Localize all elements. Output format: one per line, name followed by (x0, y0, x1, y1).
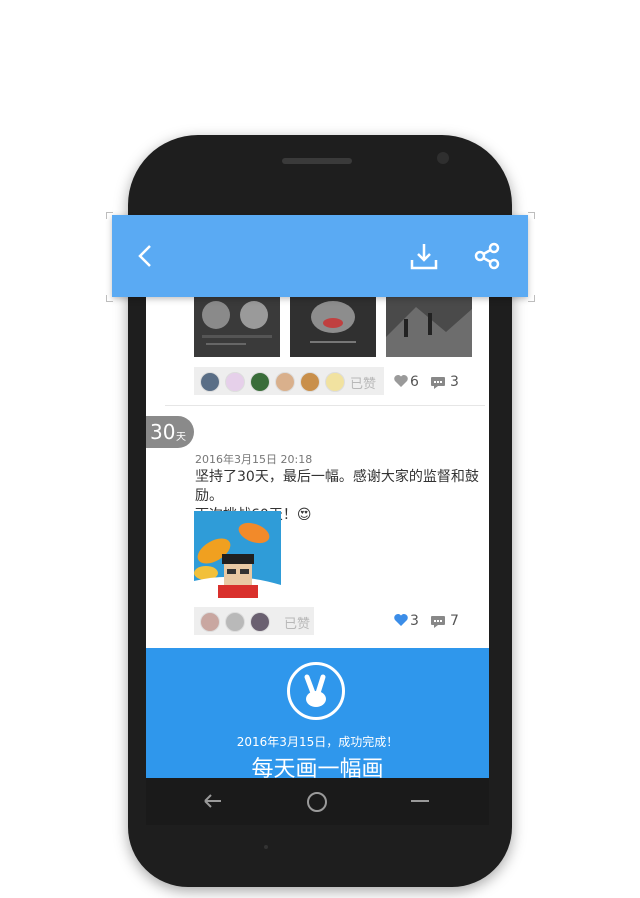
comment-count: 7 (450, 613, 459, 629)
nav-home-icon[interactable] (306, 791, 328, 813)
crop-corner (528, 295, 535, 302)
post-photo-2[interactable] (290, 297, 376, 357)
avatar[interactable] (300, 372, 320, 392)
liked-label: 已赞 (350, 377, 377, 392)
heart-icon (394, 375, 408, 387)
comment-count: 3 (450, 374, 459, 390)
phone-camera (437, 152, 449, 164)
top-toolbar (112, 215, 528, 297)
sketch-image (194, 297, 280, 357)
avatar[interactable] (325, 372, 345, 392)
share-icon[interactable] (472, 241, 502, 271)
system-nav-bar (146, 778, 489, 825)
day-unit: 天 (176, 432, 186, 443)
liked-label: 已赞 (284, 617, 311, 632)
sketch-image (290, 297, 376, 357)
nav-menu-icon[interactable] (411, 800, 429, 804)
download-icon[interactable] (409, 241, 439, 271)
drawing-image (194, 511, 281, 598)
comment-icon (431, 616, 445, 628)
post-photo-1[interactable] (194, 297, 280, 357)
post-drawing[interactable] (194, 511, 281, 598)
like-button[interactable] (393, 612, 409, 628)
avatar[interactable] (200, 612, 220, 632)
heart-icon (394, 614, 408, 626)
crop-corner (106, 212, 113, 219)
avatar[interactable] (200, 372, 220, 392)
post-photo-3[interactable] (386, 297, 472, 357)
avatar[interactable] (250, 372, 270, 392)
completion-message: 2016年3月15日，成功完成！ (236, 735, 399, 749)
avatar[interactable] (250, 612, 270, 632)
liked-users-bar[interactable]: 已赞 (194, 607, 314, 635)
avatar[interactable] (275, 372, 295, 392)
post-date: 2016年3月15日 20:18 (195, 453, 313, 466)
like-button[interactable] (393, 373, 409, 389)
day-number: 30 (150, 420, 176, 444)
avatar[interactable] (225, 612, 245, 632)
back-icon[interactable] (132, 241, 162, 271)
crop-corner (106, 295, 113, 302)
liked-users-bar[interactable]: 已赞 (194, 367, 384, 395)
app-slogan: 每天画一幅画 (251, 757, 384, 778)
nav-back-icon[interactable] (204, 793, 222, 809)
phone-speaker (282, 158, 352, 164)
like-count: 3 (410, 613, 419, 629)
phone-mic (264, 845, 268, 849)
victory-badge (287, 662, 345, 720)
comment-button[interactable] (430, 614, 446, 628)
victory-hand-icon (304, 674, 326, 707)
comment-button[interactable] (430, 375, 446, 389)
post-text-line: 坚持了30天，最后一幅。感谢大家的监督和鼓励。 (195, 469, 479, 504)
sketch-image (386, 297, 472, 357)
comment-icon (431, 377, 445, 389)
day-badge: 30 天 (146, 416, 194, 448)
avatar[interactable] (225, 372, 245, 392)
post-divider (165, 405, 485, 406)
crop-corner (528, 212, 535, 219)
like-count: 6 (410, 374, 419, 390)
